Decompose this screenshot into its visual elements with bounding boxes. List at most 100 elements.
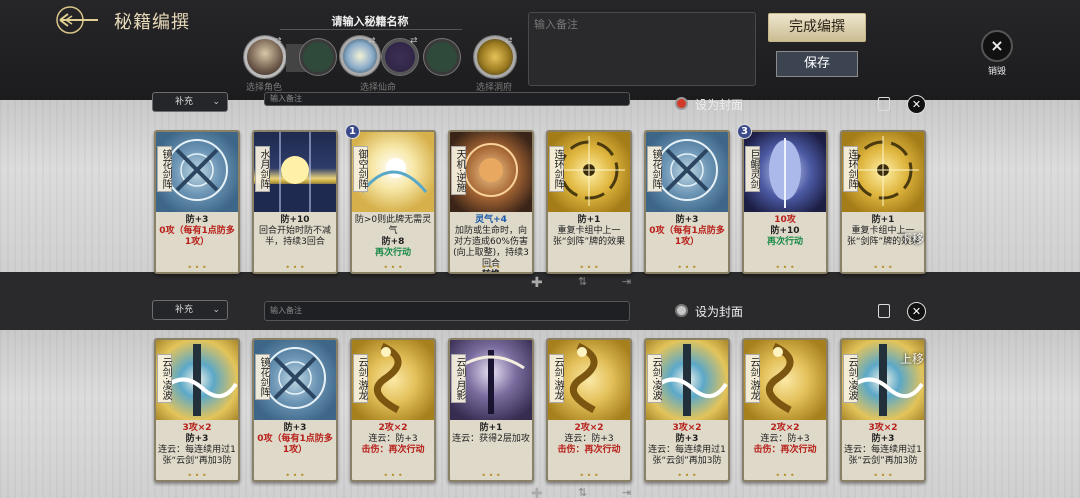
deck-builder-screen: { "header":{"title":"秘籍编撰","name_prompt"… [0,0,1080,498]
card-effect-line: 2攻×2 [770,423,800,433]
card-effect-line: 连云：防+3 [760,434,810,444]
skill-card[interactable]: 水月剑阵 防+10 回合开始时防不减半，持续3回合 • • • [252,130,338,274]
cover-radio[interactable] [675,304,688,317]
supplement-select[interactable]: 补充 ⌄ [152,300,228,320]
skill-card[interactable]: 云剑·凌波 3攻×2 防+3 连云：每连续用过1张“云剑”再加3防 • • • [154,338,240,482]
card-effect-line: 0攻（每有1点防多1攻） [649,226,725,247]
card-name: 镜花剑阵 [157,146,172,192]
swap-icon[interactable]: ⇄ [368,36,376,46]
swap-icon[interactable]: ⇄ [505,36,513,46]
card-level-badge: 3 [737,124,752,139]
card-name: 云剑·游龙 [745,354,760,404]
card-effect-line: 防+1 [871,215,895,225]
card-effect-text: 防+3 0攻（每有1点防多1攻） [156,214,238,270]
card-effect-line: 防+3 [185,215,209,225]
card-effect-text: 3攻×2 防+3 连云：每连续用过1张“云剑”再加3防 [156,422,238,478]
move-card-label[interactable]: 上移 [900,350,924,367]
card-rarity-dots: • • • [579,471,599,480]
card-rarity-dots: • • • [285,471,305,480]
card-name: 云剑·月影 [451,354,466,404]
copy-icon[interactable] [878,304,890,318]
back-arrow-icon [56,6,98,34]
skill-card[interactable]: 连环剑阵 防+1 重复卡组中上一张“剑阵”牌的效果 • • • [546,130,632,274]
card-effect-line: 防+3 [871,434,895,444]
destroy-button[interactable]: ⨯ 销毁 [978,30,1016,82]
back-button[interactable] [52,4,100,36]
card-effect-text: 防+1 重复卡组中上一张“剑阵”牌的效果 [548,214,630,270]
card-effect-line: 防+3 [675,215,699,225]
finish-button[interactable]: 完成编撰 [768,13,866,42]
card-effect-line: 3攻×2 [868,423,898,433]
card-effect-line: 重复卡组中上一张“剑阵”牌的效果 [552,226,626,247]
skill-card[interactable]: 云剑·游龙 2攻×2 连云：防+3 击伤：再次行动 • • • [350,338,436,482]
chevron-down-icon: ⌄ [212,305,220,315]
cover-radio[interactable] [675,97,688,110]
swap-icon[interactable]: ⇄ [410,36,418,46]
supplement-label: 补充 [175,305,194,315]
card-effect-line: 防+10 [280,215,310,225]
card-effect-line: 防+1 [577,215,601,225]
card-effect-line: 再次行动 [766,237,803,247]
skill-card[interactable]: 云剑·月影 防+1 连云：获得2层加攻 • • • [448,338,534,482]
skill-card[interactable]: 云剑·游龙 2攻×2 连云：防+3 击伤：再次行动 • • • [742,338,828,482]
row-note-input[interactable]: 输入备注 [264,92,630,106]
card-effect-text: 2攻×2 连云：防+3 击伤：再次行动 [352,422,434,478]
skill-card[interactable]: 云剑·游龙 2攻×2 连云：防+3 击伤：再次行动 • • • [546,338,632,482]
card-rarity-dots: • • • [187,263,207,272]
move-icon[interactable]: ⇅ [578,275,587,288]
save-button[interactable]: 保存 [776,51,858,77]
card-effect-line: 击伤：再次行动 [361,445,425,455]
skill-card[interactable]: 云剑·凌波 3攻×2 防+3 连云：每连续用过1张“云剑”再加3防 • • • [644,338,730,482]
card-effect-text: 3攻×2 防+3 连云：每连续用过1张“云剑”再加3防 [646,422,728,478]
card-effect-line: 连云：每连续用过1张“云剑”再加3防 [648,445,726,466]
card-effect-line: 2攻×2 [378,423,408,433]
card-name: 御空剑阵 [353,146,368,192]
card-effect-line: 击伤：再次行动 [557,445,621,455]
fate-extra-slot[interactable] [424,39,460,75]
card-effect-line: 0攻（每有1点防多1攻） [257,434,333,455]
card-rarity-dots: • • • [775,263,795,272]
card-effect-line: 10攻 [774,215,796,225]
deck-name-input[interactable]: 请输入秘籍名称 [280,13,460,29]
card-name: 镜花剑阵 [255,354,270,400]
move-icon[interactable]: ⇅ [578,486,587,498]
import-icon[interactable]: ⇥ [622,486,631,498]
card-effect-text: 10攻 防+10 再次行动 [744,214,826,270]
card-name: 云剑·凌波 [647,354,662,404]
skill-card[interactable]: 天机·逆施灵气+4加防或生命时，向对方造成60%伤害(向上取整)，持续3回合转换… [448,130,534,274]
card-rarity-dots: • • • [383,471,403,480]
skill-card[interactable]: 镜花剑阵防+3 0攻（每有1点防多1攻） • • • [252,338,338,482]
skill-card[interactable]: 巨鲲灵剑 10攻 防+10 再次行动 • • • [742,130,828,274]
copy-icon[interactable] [878,97,890,111]
card-name: 镜花剑阵 [647,146,662,192]
skill-card[interactable]: 镜花剑阵防+3 0攻（每有1点防多1攻） • • • [644,130,730,274]
swap-icon[interactable]: ⇄ [274,36,282,46]
character-extra-slot[interactable] [300,39,336,75]
skill-card[interactable]: 镜花剑阵防+3 0攻（每有1点防多1攻） • • • [154,130,240,274]
add-icon[interactable]: ✚ [531,275,543,291]
card-name: 连环剑阵 [549,146,564,192]
card-rarity-dots: • • • [677,263,697,272]
close-icon[interactable]: ✕ [907,95,926,114]
card-rarity-dots: • • • [775,471,795,480]
card-rarity-dots: • • • [677,471,697,480]
supplement-select[interactable]: 补充 ⌄ [152,92,228,112]
card-effect-text: 2攻×2 连云：防+3 击伤：再次行动 [744,422,826,478]
card-effect-line: 防+3 [283,423,307,433]
add-icon[interactable]: ✚ [531,486,543,498]
card-name: 云剑·游龙 [549,354,564,404]
card-effect-line: 连云：每连续用过1张“云剑”再加3防 [158,445,236,466]
card-effect-line: 3攻×2 [182,423,212,433]
card-name: 连环剑阵 [843,146,858,192]
skill-card[interactable]: 御空剑阵 防>0则此牌无需灵气 防+8 再次行动 • • • [350,130,436,274]
import-icon[interactable]: ⇥ [622,275,631,288]
move-card-label[interactable]: 下移 [900,230,924,247]
close-icon[interactable]: ✕ [907,302,926,321]
row-note-input[interactable]: 输入备注 [264,301,630,321]
card-rarity-dots: • • • [579,263,599,272]
cover-label: 设为封面 [695,305,744,319]
deck-notes-input[interactable]: 输入备注 [528,12,756,86]
card-level-badge: 1 [345,124,360,139]
skill-card[interactable]: 连环剑阵 防+1 重复卡组中上一张“剑阵”牌的效果 • • • [840,130,926,274]
card-rarity-dots: • • • [187,471,207,480]
